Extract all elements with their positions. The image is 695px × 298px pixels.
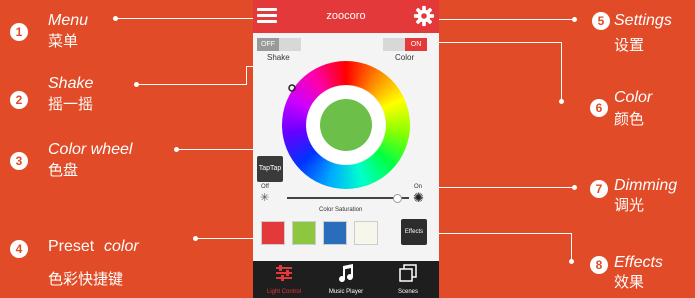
- top-bar: zoocoro: [253, 0, 439, 33]
- callout-menu-line: [115, 18, 255, 19]
- preset-color-green[interactable]: [292, 221, 316, 245]
- dimming-slider-knob[interactable]: [392, 194, 402, 203]
- callout-number-7: 7: [590, 180, 608, 198]
- callout-color-wheel-en: Color wheel: [48, 141, 133, 158]
- nav-light-control-label: Light Control: [266, 289, 302, 295]
- color-saturation-label: Color Saturation: [319, 207, 363, 213]
- callout-shake-en: Shake: [48, 75, 94, 92]
- callout-number-8: 8: [590, 256, 608, 274]
- scenes-icon: [399, 264, 417, 282]
- callout-number-1: 1: [10, 23, 28, 41]
- callout-dimming-en: Dimming: [614, 177, 678, 194]
- preset-color-blue[interactable]: [323, 221, 347, 245]
- callout-effects-zh: 效果: [614, 273, 645, 291]
- callout-number-3: 3: [10, 152, 28, 170]
- taptap-button[interactable]: TapTap: [257, 156, 283, 182]
- effects-button[interactable]: Effects: [401, 219, 427, 245]
- callout-effects-en: Effects: [614, 254, 663, 271]
- callout-dimming-zh: 调光: [614, 196, 645, 214]
- sliders-icon: [276, 265, 292, 281]
- callout-menu-zh: 菜单: [48, 32, 79, 50]
- bottom-nav: Light Control Music Player Scenes: [253, 261, 439, 298]
- nav-scenes-label: Scenes: [397, 289, 418, 295]
- nav-scenes[interactable]: Scenes: [377, 261, 439, 298]
- callout-color-wheel-zh: 色盘: [48, 161, 79, 179]
- callout-dimming-line: [426, 187, 573, 188]
- callout-settings-en: Settings: [614, 12, 672, 29]
- callout-number-5: 5: [592, 12, 610, 30]
- callout-number-4: 4: [10, 240, 28, 258]
- callout-color-zh: 颜色: [614, 110, 645, 128]
- wheel-center-swatch: [320, 99, 372, 151]
- phone-screen: zoocoro OFF Shake ON Color TapTap Off ✳ …: [253, 0, 439, 298]
- dimming-off-label: Off: [261, 184, 269, 190]
- callout-shake-line-v: [246, 66, 247, 85]
- callout-preset-line: [195, 238, 255, 239]
- callout-preset-zh: 色彩快捷键: [48, 270, 124, 288]
- preset-color-white[interactable]: [354, 221, 378, 245]
- nav-light-control[interactable]: Light Control: [253, 261, 315, 298]
- music-note-icon: [339, 264, 354, 282]
- callout-number-6: 6: [590, 99, 608, 117]
- color-wheel[interactable]: [281, 60, 411, 190]
- preset-color-red[interactable]: [261, 221, 285, 245]
- callout-color-line-v: [561, 42, 562, 101]
- shake-toggle[interactable]: OFF: [257, 38, 301, 51]
- callout-effects-line-h: [428, 233, 572, 234]
- color-toggle[interactable]: ON: [383, 38, 427, 51]
- color-toggle-state: ON: [410, 41, 422, 48]
- callout-color-line-h: [436, 42, 562, 43]
- callout-settings-line: [436, 19, 573, 20]
- shake-toggle-state: OFF: [261, 41, 275, 48]
- callout-menu-en: Menu: [48, 12, 89, 29]
- gear-icon[interactable]: [413, 5, 435, 27]
- callout-color-en: Color: [614, 89, 653, 106]
- app-title: zoocoro: [326, 10, 366, 22]
- nav-music-player[interactable]: Music Player: [315, 261, 377, 298]
- callout-shake-zh: 摇一摇: [48, 95, 94, 113]
- nav-music-player-label: Music Player: [328, 289, 364, 295]
- callout-effects-line-v: [571, 233, 572, 261]
- callout-preset-en: Preset: [48, 238, 95, 255]
- callout-settings-zh: 设置: [614, 36, 645, 54]
- callout-shake-line: [136, 84, 246, 85]
- callout-number-2: 2: [10, 91, 28, 109]
- dim-low-icon: ✳: [260, 192, 270, 204]
- dimming-slider[interactable]: [287, 194, 409, 203]
- dim-high-icon: ✺: [413, 190, 424, 205]
- callout-preset-color-en: color: [104, 238, 139, 255]
